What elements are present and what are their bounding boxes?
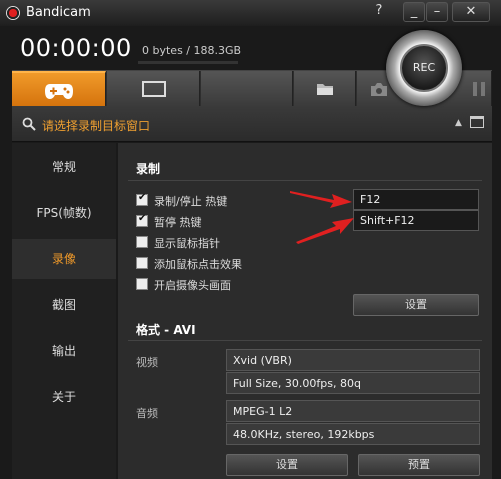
minimize-button[interactable]: _ bbox=[403, 2, 425, 22]
checkbox-pause-hotkey[interactable] bbox=[136, 213, 148, 227]
option-label: 显示鼠标指针 bbox=[154, 237, 220, 250]
help-button[interactable]: ? bbox=[368, 2, 390, 22]
search-icon bbox=[22, 117, 36, 131]
app-title: Bandicam bbox=[26, 5, 91, 20]
format-section-title: 格式 - AVI bbox=[136, 323, 196, 337]
window-select-icon[interactable] bbox=[470, 116, 484, 128]
checkbox-click-effect[interactable] bbox=[136, 257, 148, 269]
title-bar: Bandicam ? _ – ✕ bbox=[0, 0, 501, 26]
annotation-arrow-icon bbox=[290, 191, 352, 208]
pause-hotkey-field[interactable]: Shift+F12 bbox=[353, 210, 479, 231]
sidebar-item-general[interactable]: 常规 bbox=[12, 147, 116, 187]
record-hotkey-field[interactable]: F12 bbox=[353, 189, 479, 210]
sidebar-item-output[interactable]: 输出 bbox=[12, 331, 116, 371]
gamepad-icon bbox=[45, 84, 73, 99]
checkbox-show-cursor[interactable] bbox=[136, 236, 148, 248]
tab-game-mode[interactable] bbox=[12, 71, 106, 107]
app-logo-icon bbox=[6, 6, 20, 20]
target-window-bar[interactable]: 请选择录制目标窗口 ▲ bbox=[12, 106, 492, 142]
checkbox-record-hotkey[interactable] bbox=[136, 192, 148, 206]
folder-icon bbox=[317, 84, 333, 95]
sidebar-item-about[interactable]: 关于 bbox=[12, 377, 116, 417]
video-codec-field: Xvid (VBR) bbox=[226, 349, 480, 371]
option-label: 暂停 热键 bbox=[154, 216, 202, 229]
audio-label: 音频 bbox=[136, 407, 158, 420]
option-label: 开启摄像头画面 bbox=[154, 279, 231, 292]
storage-bar bbox=[138, 61, 238, 64]
option-label: 录制/停止 热键 bbox=[154, 195, 228, 208]
tab-empty bbox=[201, 71, 293, 107]
rec-label: REC bbox=[400, 44, 448, 92]
rec-button[interactable]: REC bbox=[386, 30, 462, 106]
checkbox-webcam[interactable] bbox=[136, 278, 148, 290]
annotation-arrow-icon bbox=[296, 218, 354, 244]
storage-info: 0 bytes / 188.3GB bbox=[142, 44, 242, 57]
target-window-text: 请选择录制目标窗口 bbox=[42, 119, 151, 133]
video-label: 视频 bbox=[136, 356, 158, 369]
tab-screen-mode[interactable] bbox=[107, 71, 200, 107]
format-preset-button[interactable]: 预置 bbox=[358, 454, 480, 476]
sidebar-item-screenshot[interactable]: 截图 bbox=[12, 285, 116, 325]
settings-sidebar: 常规 FPS(帧数) 录像 截图 输出 关于 bbox=[12, 143, 116, 479]
sidebar-item-fps[interactable]: FPS(帧数) bbox=[12, 193, 116, 233]
audio-detail-field: 48.0KHz, stereo, 192kbps bbox=[226, 423, 480, 445]
close-button[interactable]: ✕ bbox=[452, 2, 490, 22]
divider bbox=[128, 180, 482, 181]
collapse-icon[interactable]: ▲ bbox=[455, 118, 462, 128]
video-detail-field: Full Size, 30.00fps, 80q bbox=[226, 372, 480, 394]
format-settings-button[interactable]: 设置 bbox=[226, 454, 348, 476]
camera-icon bbox=[371, 83, 387, 96]
sidebar-item-video[interactable]: 录像 bbox=[12, 239, 116, 279]
pause-icon bbox=[473, 82, 485, 96]
audio-codec-field: MPEG-1 L2 bbox=[226, 400, 480, 422]
record-settings-button[interactable]: 设置 bbox=[353, 294, 479, 316]
screen-icon bbox=[142, 81, 166, 97]
divider bbox=[128, 340, 482, 341]
timer-display: 00:00:00 bbox=[20, 34, 132, 62]
option-label: 添加鼠标点击效果 bbox=[154, 258, 242, 271]
record-section-title: 录制 bbox=[136, 162, 161, 176]
restore-button[interactable]: – bbox=[426, 2, 448, 22]
open-folder-button[interactable] bbox=[294, 71, 356, 107]
